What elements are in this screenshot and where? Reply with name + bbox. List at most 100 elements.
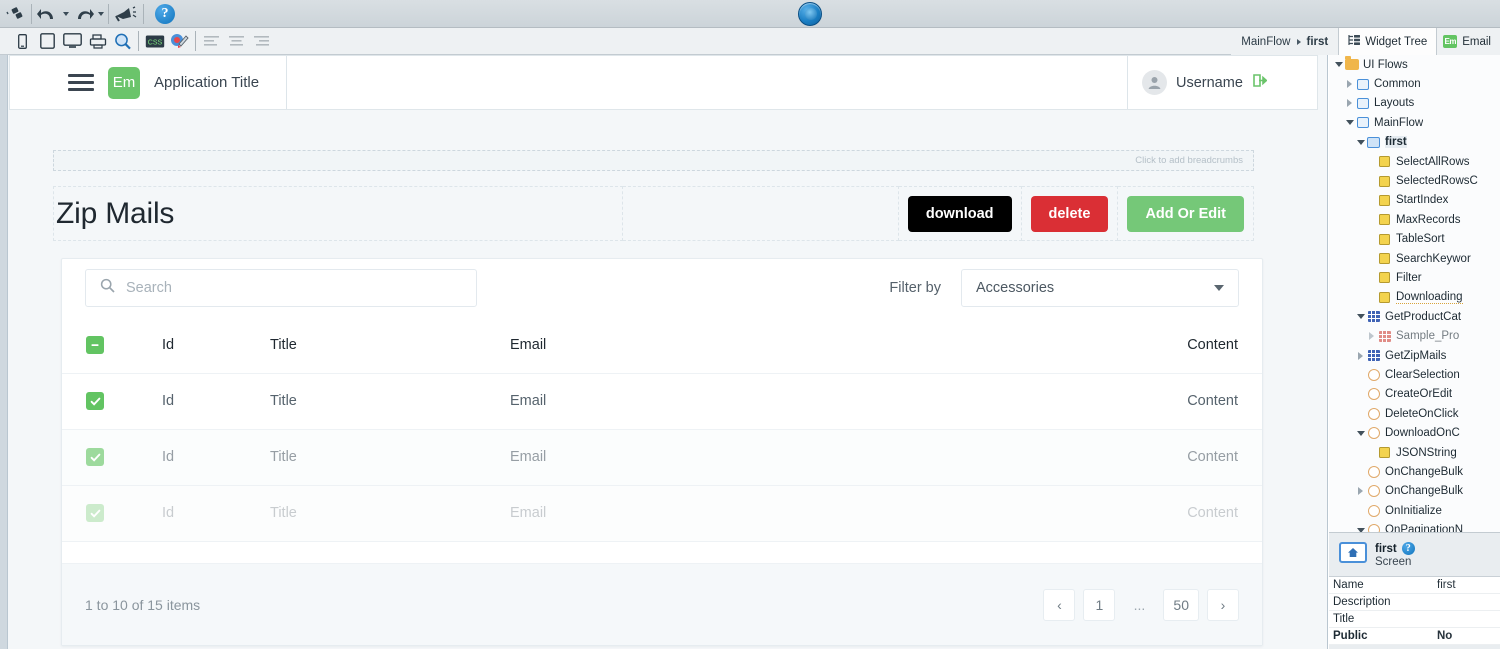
action-icon [1366,485,1381,498]
tree-node-oninitialize[interactable]: OnInitialize [1329,501,1500,520]
tree-twisty-collapsed-icon[interactable] [1355,487,1366,496]
cell-content: Content [940,485,1262,542]
desktop-preview-icon[interactable] [60,30,85,52]
tab-widget-tree[interactable]: Widget Tree [1338,28,1438,55]
app-header-menu-area[interactable] [287,56,1127,109]
publish-button[interactable] [793,1,827,27]
tree-node-startindex[interactable]: StartIndex [1329,191,1500,210]
phone-preview-icon[interactable] [10,30,35,52]
tree-node-filter[interactable]: Filter [1329,268,1500,287]
pagination-prev[interactable]: ‹ [1043,588,1076,621]
tree-node-downloading[interactable]: Downloading [1329,288,1500,307]
breadcrumb-root[interactable]: MainFlow [1241,36,1290,48]
screen-canvas[interactable]: Em Application Title Username Click to a… [0,55,1328,649]
tree-node-sample-pro[interactable]: Sample_Pro [1329,326,1500,345]
css-editor-icon[interactable]: CSS [142,30,167,52]
publish-announce-icon[interactable] [112,2,140,26]
logout-icon[interactable] [1253,73,1268,92]
filter-dropdown[interactable]: Accessories [961,269,1239,307]
theme-brush-icon[interactable] [167,30,192,52]
properties-list[interactable]: Name first Description Title Public No [1329,576,1500,645]
tree-node-clearselection[interactable]: ClearSelection [1329,365,1500,384]
select-all-checkbox[interactable] [86,335,104,354]
tree-node-maxrecords[interactable]: MaxRecords [1329,210,1500,229]
column-header-email[interactable]: Email [510,317,940,374]
row-checkbox[interactable] [86,504,104,522]
tree-twisty-expanded-icon[interactable] [1355,314,1366,320]
download-button[interactable]: download [907,195,1012,232]
redo-dropdown-icon[interactable] [96,2,105,26]
page-title-cell[interactable]: Zip Mails [53,186,623,241]
column-header-title[interactable]: Title [270,317,510,374]
align-center-icon[interactable] [224,30,249,52]
property-value[interactable]: first [1437,579,1500,591]
tree-node-deleteonclick[interactable]: DeleteOnClick [1329,404,1500,423]
tablet-preview-icon[interactable] [35,30,60,52]
tree-twisty-collapsed-icon[interactable] [1344,80,1355,89]
tree-node-getzipmails[interactable]: GetZipMails [1329,346,1500,365]
pagination-next[interactable]: › [1207,588,1239,621]
breadcrumb[interactable]: MainFlow first [1231,28,1339,55]
tree-node-selectedrowsc[interactable]: SelectedRowsC [1329,171,1500,190]
print-preview-icon[interactable] [85,30,110,52]
table-row[interactable]: Id Title Email Content [62,429,1262,486]
delete-button[interactable]: delete [1030,195,1109,232]
tree-twisty-collapsed-icon[interactable] [1344,99,1355,108]
align-left-icon[interactable] [199,30,224,52]
hamburger-menu-icon[interactable] [68,74,94,91]
redo-icon[interactable] [70,2,96,26]
tree-node-onchangebulk[interactable]: OnChangeBulk [1329,462,1500,481]
tree-twisty-expanded-icon[interactable] [1355,139,1366,145]
tree-node-searchkeywor[interactable]: SearchKeywor [1329,249,1500,268]
search-placeholder: Search [126,280,172,296]
tree-node-onpaginationn[interactable]: OnPaginationN [1329,520,1500,532]
align-right-icon[interactable] [249,30,274,52]
breadcrumb-placeholder[interactable]: Click to add breadcrumbs [53,150,1254,171]
property-value[interactable]: No [1437,630,1500,642]
tree-node-onchangebulk[interactable]: OnChangeBulk [1329,482,1500,501]
search-icon [100,278,115,298]
tree-twisty-collapsed-icon[interactable] [1366,332,1377,341]
tree-node-selectallrows[interactable]: SelectAllRows [1329,152,1500,171]
tree-twisty-expanded-icon[interactable] [1333,62,1344,68]
tree-node-createoredit[interactable]: CreateOrEdit [1329,385,1500,404]
zoom-preview-icon[interactable] [110,30,135,52]
table-row[interactable]: Id Title Email Content [62,373,1262,430]
search-input[interactable]: Search [85,269,477,307]
column-header-id[interactable]: Id [162,317,270,374]
clone-icon[interactable] [4,2,28,26]
add-or-edit-button[interactable]: Add Or Edit [1127,195,1244,232]
tree-node-first[interactable]: first [1329,133,1500,152]
tree-node-downloadonc[interactable]: DownloadOnC [1329,423,1500,442]
tree-node-mainflow[interactable]: MainFlow [1329,113,1500,132]
user-avatar-icon[interactable] [1142,70,1167,95]
pagination-page-1[interactable]: 1 [1083,588,1116,621]
tree-twisty-expanded-icon[interactable] [1344,120,1355,126]
property-row-name[interactable]: Name first [1329,577,1500,594]
column-header-content[interactable]: Content [940,317,1262,374]
tree-node-layouts[interactable]: Layouts [1329,94,1500,113]
tree-twisty-expanded-icon[interactable] [1355,430,1366,436]
tree-node-getproductcat[interactable]: GetProductCat [1329,307,1500,326]
row-checkbox[interactable] [86,448,104,466]
help-icon[interactable]: ? [153,2,177,26]
action-icon [1366,407,1381,420]
tree-node-ui-flows[interactable]: UI Flows [1329,55,1500,74]
tree-node-common[interactable]: Common [1329,74,1500,93]
tab-email-module[interactable]: Em Email [1437,28,1500,55]
table-row[interactable]: Id Title Email Content [62,485,1262,542]
undo-dropdown-icon[interactable] [61,2,70,26]
breadcrumb-current[interactable]: first [1307,36,1329,48]
help-icon[interactable]: ? [1401,542,1415,555]
element-tree[interactable]: UI Flows Common Layouts MainFlow first Select… [1329,55,1500,532]
tree-node-label: DeleteOnClick [1385,407,1459,420]
tree-twisty-collapsed-icon[interactable] [1355,351,1366,360]
tree-node-jsonstring[interactable]: JSONString [1329,443,1500,462]
pagination-page-50[interactable]: 50 [1163,588,1199,621]
property-row-public[interactable]: Public No [1329,628,1500,645]
row-checkbox[interactable] [86,392,104,410]
property-row-description[interactable]: Description [1329,594,1500,611]
property-row-title[interactable]: Title [1329,611,1500,628]
undo-icon[interactable] [35,2,61,26]
tree-node-tablesort[interactable]: TableSort [1329,230,1500,249]
